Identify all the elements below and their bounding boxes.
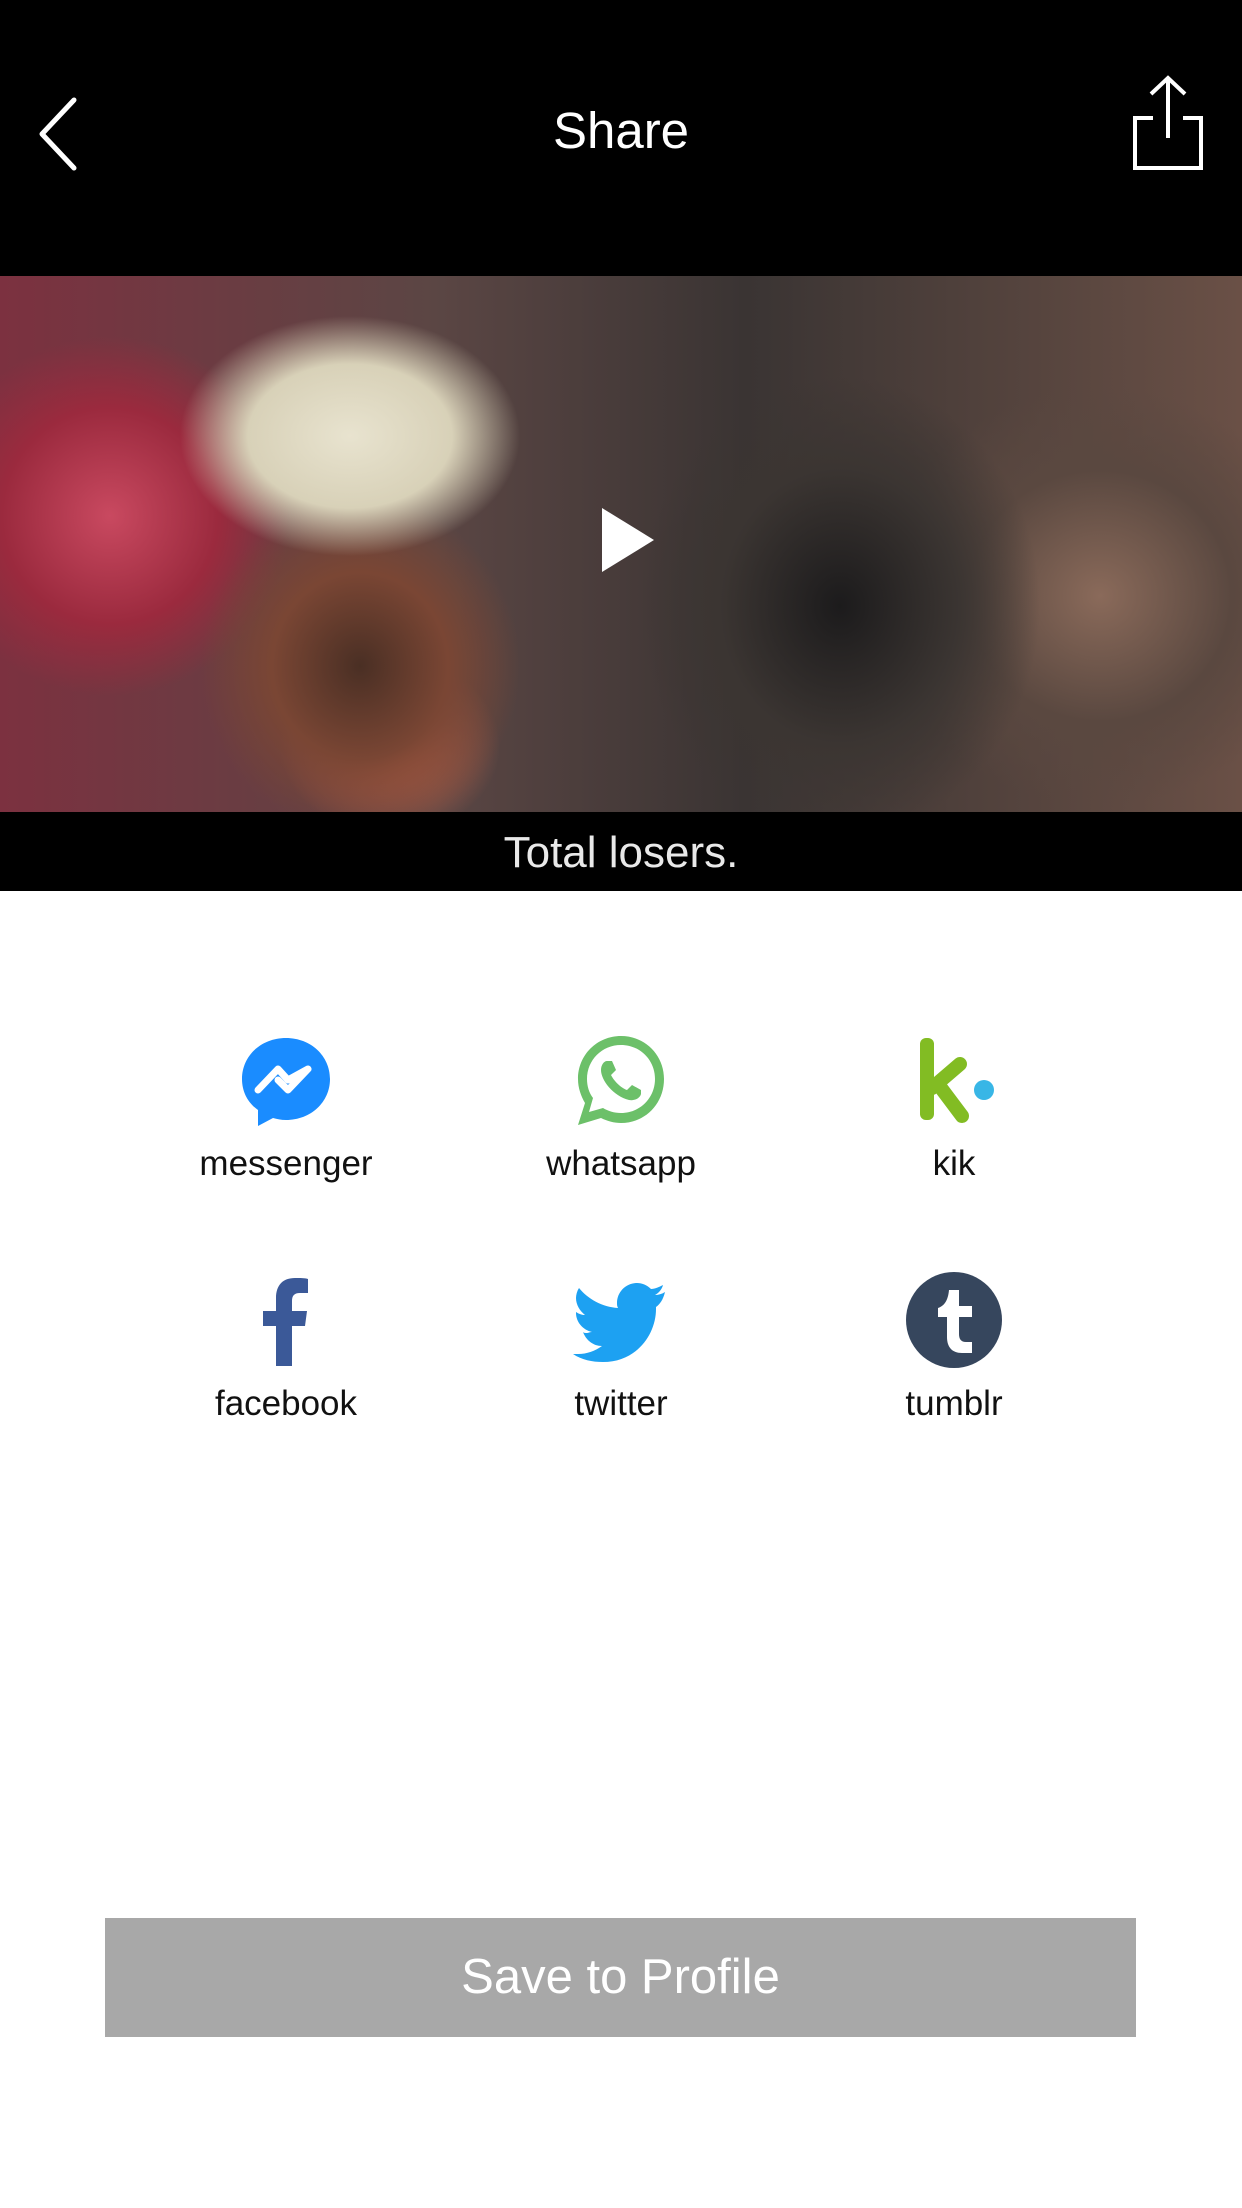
share-twitter[interactable]: twitter <box>481 1240 761 1440</box>
tumblr-icon <box>906 1272 1002 1368</box>
share-facebook[interactable]: facebook <box>146 1240 426 1440</box>
share-label: tumblr <box>905 1384 1003 1423</box>
share-whatsapp[interactable]: whatsapp <box>481 1000 761 1200</box>
kik-icon <box>920 1038 994 1123</box>
page-title: Share <box>552 102 690 159</box>
video-preview[interactable]: Total losers. <box>0 276 1242 891</box>
share-label: facebook <box>214 1384 358 1423</box>
share-label: whatsapp <box>546 1144 696 1183</box>
play-icon <box>602 508 654 572</box>
video-subtitle: Total losers. <box>503 828 739 877</box>
share-export-button[interactable] <box>1125 72 1211 176</box>
twitter-icon <box>573 1283 665 1362</box>
share-icon <box>1133 75 1203 170</box>
share-options-grid: messenger whatsapp kik facebook twitter <box>0 1000 1242 1460</box>
share-kik[interactable]: kik <box>814 1000 1094 1200</box>
share-tumblr[interactable]: tumblr <box>814 1240 1094 1440</box>
share-label: messenger <box>199 1144 373 1183</box>
share-label: kik <box>932 1144 976 1183</box>
whatsapp-icon <box>578 1036 664 1125</box>
share-label: twitter <box>574 1384 668 1423</box>
share-messenger[interactable]: messenger <box>146 1000 426 1200</box>
facebook-icon <box>263 1278 308 1366</box>
save-to-profile-button[interactable]: Save to Profile <box>105 1918 1136 2037</box>
top-bar: Share <box>0 0 1242 276</box>
messenger-icon <box>242 1038 330 1126</box>
